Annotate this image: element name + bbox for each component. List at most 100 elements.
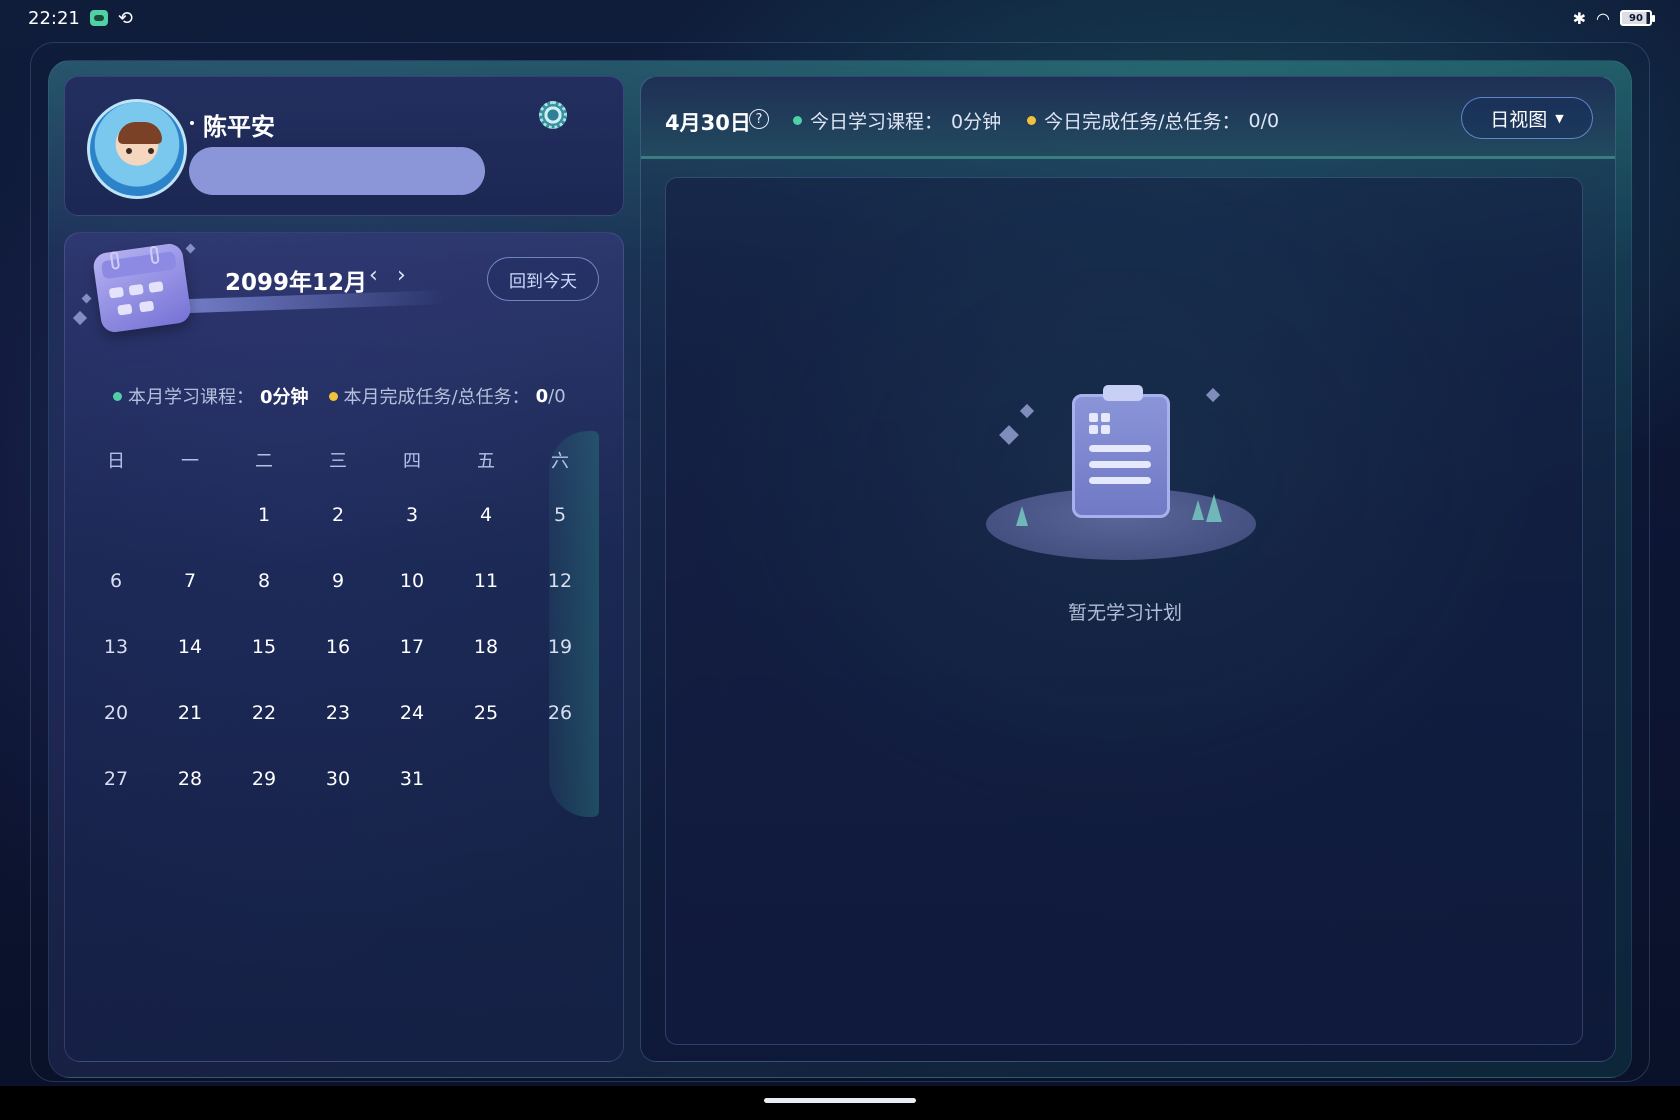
calendar-cell — [138, 300, 155, 313]
calendar-ring-left — [109, 251, 121, 270]
plan-header: 4月30日 ? 今日学习课程： 0分钟 今日完成任务/总任务： 0/0 日视图 … — [641, 77, 1615, 159]
day-cell[interactable]: 19 — [523, 632, 597, 662]
day-cell[interactable]: 18 — [449, 632, 523, 662]
week-row-4: 20 21 22 23 24 25 26 — [79, 698, 597, 728]
green-dot-icon — [793, 116, 802, 125]
today-stats: 今日学习课程： 0分钟 今日完成任务/总任务： 0/0 — [793, 107, 1279, 134]
day-cell[interactable]: 7 — [153, 566, 227, 596]
view-mode-label: 日视图 — [1490, 108, 1548, 131]
empty-clipboard-illustration — [986, 385, 1266, 568]
day-cell[interactable]: 17 — [375, 632, 449, 662]
status-bar: 22:21 ⟲ ✱ ◠ 90 — [0, 0, 1680, 36]
day-cell[interactable] — [79, 500, 153, 530]
day-cell[interactable]: 14 — [153, 632, 227, 662]
day-cell[interactable]: 6 — [79, 566, 153, 596]
day-cell[interactable]: 20 — [79, 698, 153, 728]
wifi-icon: ◠ — [1596, 8, 1610, 28]
prev-month-button[interactable]: ‹ — [369, 263, 378, 288]
calendar-cell — [117, 303, 133, 316]
month-course-value: 0分钟 — [260, 387, 309, 408]
calendar-cell — [148, 281, 164, 293]
calendar-illustration-icon — [91, 238, 195, 334]
day-cell[interactable]: 23 — [301, 698, 375, 728]
day-cell[interactable]: 13 — [79, 632, 153, 662]
home-indicator[interactable] — [764, 1098, 916, 1103]
diamond-decoration — [81, 293, 92, 304]
selected-date: 4月30日 — [665, 111, 751, 135]
weekday-fri: 五 — [477, 451, 495, 472]
empty-plan-message: 暂无学习计划 — [1067, 602, 1182, 624]
today-task-label: 今日完成任务/总任务： — [1044, 111, 1241, 133]
day-cell[interactable]: 3 — [375, 500, 449, 530]
clipboard-line — [1089, 461, 1151, 468]
today-task-value: 0/0 — [1248, 109, 1280, 132]
week-row-1: 1 2 3 4 5 — [79, 500, 597, 530]
user-name: 陈平安 — [203, 113, 275, 141]
clipboard-square — [1101, 425, 1110, 434]
day-cell[interactable]: 24 — [375, 698, 449, 728]
back-to-today-button[interactable]: 回到今天 — [487, 257, 599, 301]
clipboard-square — [1089, 425, 1098, 434]
avatar-eye-left — [126, 148, 132, 154]
battery-icon: 90 — [1620, 10, 1655, 26]
weekday-tue: 二 — [255, 451, 273, 472]
day-cell[interactable] — [153, 500, 227, 530]
yellow-dot-icon — [328, 391, 338, 401]
day-cell[interactable]: 27 — [79, 764, 153, 794]
clipboard-square — [1101, 413, 1110, 422]
status-right: ✱ ◠ 90 — [1573, 8, 1655, 28]
day-cell[interactable]: 9 — [301, 566, 375, 596]
day-cell[interactable]: 10 — [375, 566, 449, 596]
help-icon[interactable]: ? — [749, 109, 769, 129]
weekday-thu: 四 — [403, 451, 421, 472]
navigation-bar — [0, 1086, 1680, 1120]
calendar-cell — [128, 283, 144, 296]
saturday-column-highlight — [549, 431, 599, 817]
cone-decoration — [1206, 494, 1222, 522]
day-cell[interactable]: 21 — [153, 698, 227, 728]
day-cell[interactable]: 28 — [153, 764, 227, 794]
calendar-cell — [108, 286, 125, 299]
green-dot-icon — [113, 391, 122, 401]
month-task-label: 本月完成任务/总任务： — [343, 387, 530, 408]
day-cell[interactable]: 30 — [301, 764, 375, 794]
cone-decoration — [1016, 506, 1028, 526]
day-cell[interactable]: 15 — [227, 632, 301, 662]
weekday-header: 日 一 二 三 四 五 六 — [79, 447, 597, 473]
day-cell[interactable]: 16 — [301, 632, 375, 662]
day-cell[interactable]: 2 — [301, 500, 375, 530]
redacted-info — [189, 147, 485, 195]
plan-body: 暂无学习计划 — [665, 177, 1583, 1045]
day-cell[interactable]: 25 — [449, 698, 523, 728]
day-cell[interactable]: 4 — [449, 500, 523, 530]
today-course-value: 0分钟 — [951, 111, 1002, 133]
month-title: 2099年12月 — [225, 270, 368, 296]
next-month-button[interactable]: › — [397, 263, 406, 288]
view-mode-select[interactable]: 日视图 ▼ — [1461, 97, 1593, 139]
weekday-sun: 日 — [107, 451, 125, 472]
day-cell[interactable]: 1 — [227, 500, 301, 530]
profile-card: 陈平安 — [64, 76, 624, 216]
day-cell[interactable]: 22 — [227, 698, 301, 728]
avatar[interactable] — [87, 99, 187, 199]
diamond-decoration — [999, 425, 1019, 445]
day-cell[interactable]: 5 — [523, 500, 597, 530]
day-cell[interactable] — [523, 764, 597, 794]
cone-decoration — [1192, 500, 1204, 520]
day-cell[interactable] — [449, 764, 523, 794]
clipboard-line — [1089, 477, 1151, 484]
week-row-3: 13 14 15 16 17 18 19 — [79, 632, 597, 662]
weekday-sat: 六 — [551, 451, 569, 472]
day-cell[interactable]: 29 — [227, 764, 301, 794]
day-cell[interactable]: 8 — [227, 566, 301, 596]
day-cell[interactable]: 26 — [523, 698, 597, 728]
study-plan-panel: 4月30日 ? 今日学习课程： 0分钟 今日完成任务/总任务： 0/0 日视图 … — [640, 76, 1616, 1062]
avatar-eye-right — [148, 148, 154, 154]
day-cell[interactable]: 11 — [449, 566, 523, 596]
app-notification-icon — [89, 10, 108, 26]
settings-icon[interactable] — [539, 101, 567, 129]
diamond-decoration — [1019, 403, 1035, 419]
clipboard-icon — [1072, 385, 1170, 518]
day-cell[interactable]: 12 — [523, 566, 597, 596]
day-cell[interactable]: 31 — [375, 764, 449, 794]
